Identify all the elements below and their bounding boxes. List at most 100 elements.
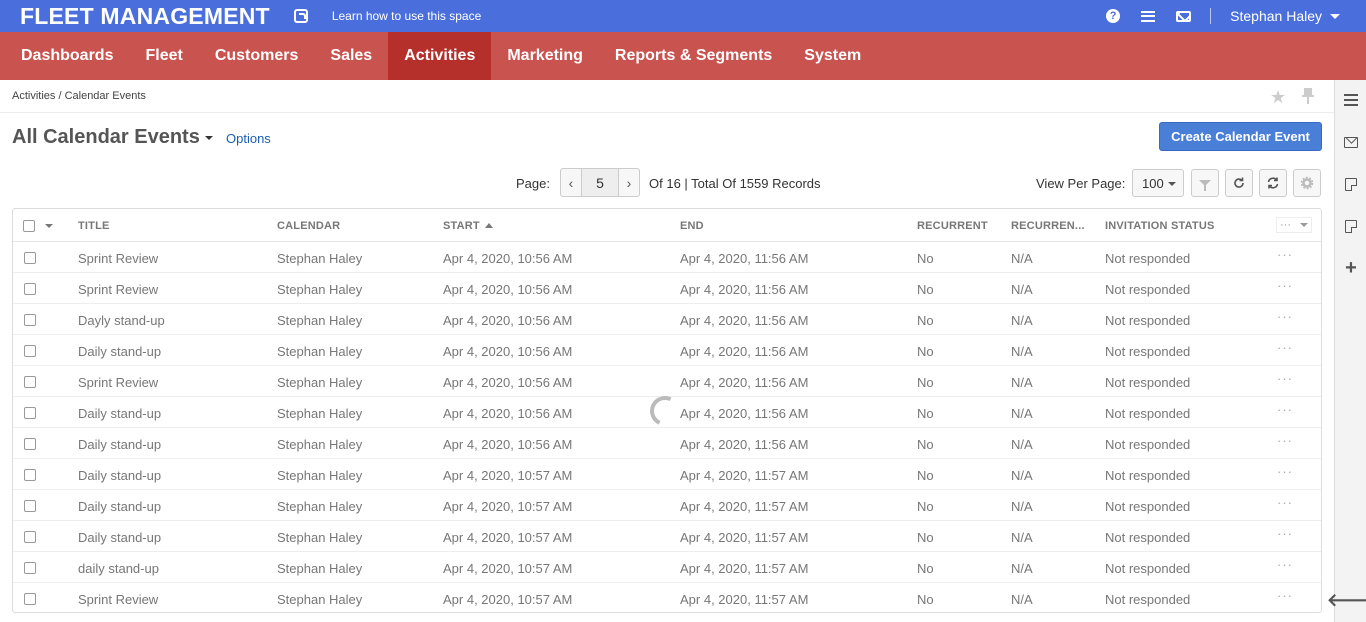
row-actions-icon[interactable]: ··· — [1277, 371, 1293, 386]
refresh-button[interactable] — [1225, 169, 1253, 197]
row-actions-icon[interactable]: ··· — [1277, 464, 1293, 479]
table-row[interactable]: Sprint Review Stephan Haley Apr 4, 2020, 1… — [13, 583, 1321, 612]
nav-item-customers[interactable]: Customers — [199, 32, 315, 80]
row-checkbox[interactable] — [24, 531, 36, 543]
row-actions-icon[interactable]: ··· — [1277, 433, 1293, 448]
column-header-end[interactable]: End — [680, 220, 704, 232]
row-checkbox[interactable] — [24, 376, 36, 388]
chevron-down-icon[interactable] — [205, 136, 213, 140]
row-checkbox[interactable] — [24, 500, 36, 512]
breadcrumb[interactable]: Activities / Calendar Events — [12, 90, 146, 102]
chevron-down-icon[interactable] — [45, 224, 53, 228]
table-row[interactable]: daily stand-up Stephan Haley Apr 4, 2020, … — [13, 552, 1321, 583]
chevron-down-icon — [1300, 223, 1308, 227]
table-row[interactable]: Sprint Review Stephan Haley Apr 4, 2020, 1… — [13, 366, 1321, 397]
nav-item-reports-segments[interactable]: Reports & Segments — [599, 32, 788, 80]
row-actions-icon[interactable]: ··· — [1277, 557, 1293, 572]
row-actions-icon[interactable]: ··· — [1277, 309, 1293, 324]
arrow-left-icon[interactable]: 🡐 — [1327, 591, 1366, 609]
pin-icon[interactable] — [1302, 88, 1314, 105]
row-actions-icon[interactable]: ··· — [1277, 278, 1293, 293]
page-title[interactable]: All Calendar Events — [12, 126, 200, 149]
table-row[interactable]: Daily stand-up Stephan Haley Apr 4, 2020, … — [13, 490, 1321, 521]
row-checkbox[interactable] — [24, 283, 36, 295]
column-header-calendar[interactable]: Calendar — [277, 220, 340, 232]
list-icon[interactable] — [1343, 92, 1359, 108]
table-row[interactable]: Daily stand-up Stephan Haley Apr 4, 2020, … — [13, 335, 1321, 366]
cell-calendar: Stephan Haley — [277, 437, 363, 452]
settings-button[interactable] — [1293, 169, 1321, 197]
cell-start: Apr 4, 2020, 10:56 AM — [443, 406, 573, 421]
nav-item-system[interactable]: System — [788, 32, 877, 80]
nav-item-sales[interactable]: Sales — [314, 32, 388, 80]
options-link[interactable]: Options — [226, 131, 271, 146]
next-page-button[interactable]: › — [619, 169, 639, 196]
column-header-invitation-status[interactable]: Invitation Status — [1105, 220, 1215, 232]
cell-recurrence: N/A — [1011, 468, 1033, 483]
page-label: Page: — [516, 176, 550, 191]
help-icon[interactable]: ? — [1105, 8, 1121, 24]
row-checkbox[interactable] — [24, 345, 36, 357]
share-icon[interactable] — [293, 9, 308, 23]
cell-start: Apr 4, 2020, 10:56 AM — [443, 375, 573, 390]
cell-title: Sprint Review — [78, 375, 159, 390]
row-actions-icon[interactable]: ··· — [1277, 495, 1293, 510]
column-header-recurrent[interactable]: Recurrent — [917, 220, 988, 232]
nav-item-dashboards[interactable]: Dashboards — [0, 32, 129, 80]
learn-link[interactable]: Learn how to use this space — [332, 9, 481, 23]
cell-calendar: Stephan Haley — [277, 406, 363, 421]
chevron-down-icon[interactable] — [1330, 13, 1340, 19]
records-summary: Of 16 | Total Of 1559 Records — [649, 176, 821, 191]
cell-start: Apr 4, 2020, 10:56 AM — [443, 437, 573, 452]
column-actions-menu[interactable]: ··· — [1276, 217, 1312, 233]
row-checkbox[interactable] — [24, 469, 36, 481]
mail-icon[interactable] — [1175, 8, 1191, 24]
column-header-title[interactable]: Title — [78, 220, 110, 232]
row-checkbox[interactable] — [24, 314, 36, 326]
settings-icon — [1300, 176, 1314, 190]
reset-button[interactable] — [1259, 169, 1287, 197]
pin-icon-needle — [1307, 97, 1309, 104]
menu-icon[interactable] — [1140, 8, 1156, 24]
cell-invitation-status: Not responded — [1105, 530, 1191, 545]
column-header-recurrence[interactable]: Recurren... — [1011, 220, 1085, 232]
row-actions-icon[interactable]: ··· — [1277, 526, 1293, 541]
nav-item-activities[interactable]: Activities — [388, 32, 492, 80]
nav-item-fleet[interactable]: Fleet — [129, 32, 198, 80]
row-actions-icon[interactable]: ··· — [1277, 340, 1293, 355]
checkbox[interactable] — [23, 220, 35, 232]
row-checkbox[interactable] — [24, 562, 36, 574]
table-row[interactable]: Daily stand-up Stephan Haley Apr 4, 2020, … — [13, 459, 1321, 490]
cell-end: Apr 4, 2020, 11:57 AM — [680, 561, 809, 576]
table-row[interactable]: Dayly stand-up Stephan Haley Apr 4, 2020, … — [13, 304, 1321, 335]
page-number-input[interactable]: 5 — [581, 169, 619, 196]
star-icon[interactable]: ★ — [1270, 87, 1286, 108]
table-row[interactable]: Daily stand-up Stephan Haley Apr 4, 2020, … — [13, 521, 1321, 552]
brand-logo[interactable]: FLEET MANAGEMENT — [20, 3, 270, 30]
nav-item-marketing[interactable]: Marketing — [491, 32, 599, 80]
select-all-checkbox[interactable] — [23, 219, 58, 233]
cell-end: Apr 4, 2020, 11:56 AM — [680, 282, 809, 297]
cell-recurrent: No — [917, 530, 934, 545]
row-checkbox[interactable] — [24, 593, 36, 605]
create-calendar-event-button[interactable]: Create Calendar Event — [1159, 122, 1322, 151]
plus-icon[interactable]: + — [1343, 258, 1359, 278]
row-checkbox[interactable] — [24, 407, 36, 419]
note-icon[interactable] — [1343, 218, 1359, 234]
prev-page-button[interactable]: ‹ — [561, 169, 581, 196]
cell-calendar: Stephan Haley — [277, 344, 363, 359]
row-checkbox[interactable] — [24, 438, 36, 450]
note-icon[interactable] — [1343, 176, 1359, 192]
table-row[interactable]: Sprint Review Stephan Haley Apr 4, 2020, 1… — [13, 273, 1321, 304]
row-actions-icon[interactable]: ··· — [1277, 588, 1293, 603]
table-row[interactable]: Sprint Review Stephan Haley Apr 4, 2020, 1… — [13, 242, 1321, 273]
filter-button[interactable] — [1191, 169, 1219, 197]
row-actions-icon[interactable]: ··· — [1277, 247, 1293, 262]
view-per-page-select[interactable]: 100 — [1132, 169, 1184, 197]
user-menu[interactable]: Stephan Haley — [1230, 8, 1322, 24]
table-row[interactable]: Daily stand-up Stephan Haley Apr 4, 2020, … — [13, 428, 1321, 459]
row-checkbox[interactable] — [24, 252, 36, 264]
column-header-start[interactable]: Start — [443, 220, 493, 232]
mail-icon[interactable] — [1343, 134, 1359, 150]
row-actions-icon[interactable]: ··· — [1277, 402, 1293, 417]
